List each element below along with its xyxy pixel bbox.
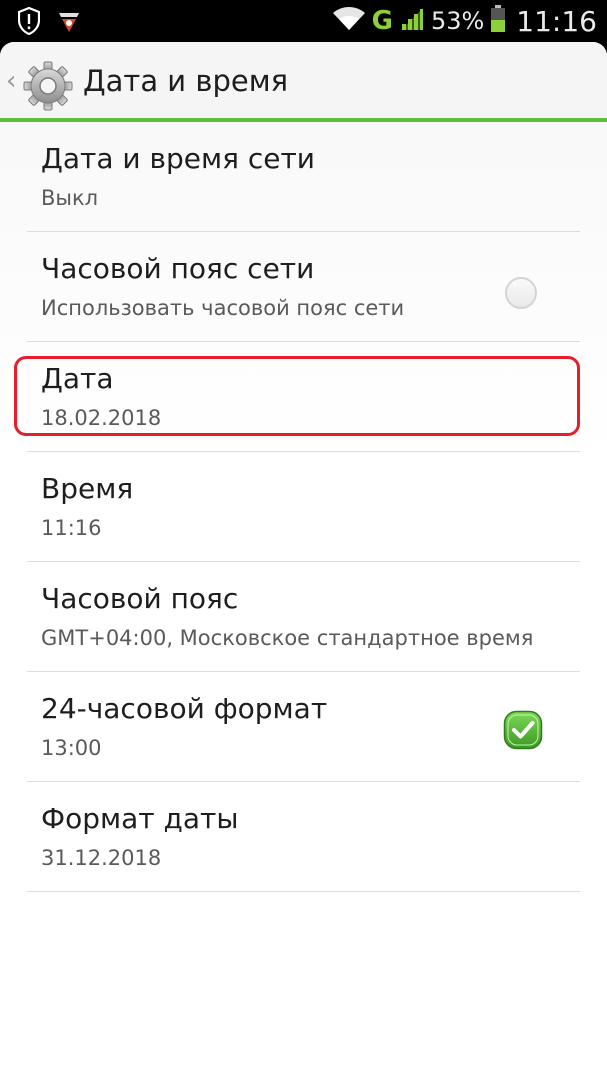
shield-alert-icon	[17, 6, 41, 39]
back-button[interactable]: ‹	[2, 60, 78, 111]
settings-list: Дата и время сети Выкл Часовой пояс сети…	[0, 122, 607, 892]
setting-network-timezone[interactable]: Часовой пояс сети Использовать часовой п…	[0, 232, 607, 342]
setting-summary: 18.02.2018	[41, 406, 162, 430]
setting-date[interactable]: Дата 18.02.2018	[0, 342, 607, 452]
network-type: G	[371, 6, 393, 36]
setting-timezone[interactable]: Часовой пояс GMT+04:00, Московское станд…	[0, 562, 607, 672]
setting-title: Формат даты	[41, 802, 239, 835]
setting-title: Часовой пояс	[41, 582, 239, 615]
divider	[27, 891, 580, 892]
battery-percent: 53%	[430, 7, 485, 35]
setting-summary: Выкл	[41, 186, 99, 210]
battery-icon	[490, 5, 506, 37]
status-bar: G 53% 11:16	[0, 0, 607, 42]
24-hour-checkbox[interactable]	[503, 710, 543, 750]
setting-summary: Использовать часовой пояс сети	[41, 296, 405, 320]
setting-summary: 31.12.2018	[41, 846, 162, 870]
action-bar: ‹ Дата и время	[0, 42, 607, 122]
setting-title: 24-часовой формат	[41, 692, 328, 725]
setting-title: Часовой пояс сети	[41, 252, 315, 285]
gear-icon	[22, 60, 74, 112]
wifi-icon	[332, 6, 366, 36]
setting-summary: 13:00	[41, 736, 102, 760]
signal-icon	[399, 6, 425, 36]
status-time: 11:16	[516, 4, 597, 38]
setting-time[interactable]: Время 11:16	[0, 452, 607, 562]
page-title: Дата и время	[83, 64, 289, 98]
setting-title: Время	[41, 472, 134, 505]
settings-screen: ‹ Дата и время Дата и время сети Выкл Ча…	[0, 42, 607, 1080]
setting-title: Дата и время сети	[41, 142, 315, 175]
app-notification-icon	[56, 8, 82, 38]
setting-24-hour-format[interactable]: 24-часовой формат 13:00	[0, 672, 607, 782]
setting-network-date-time[interactable]: Дата и время сети Выкл	[0, 122, 607, 232]
setting-date-format[interactable]: Формат даты 31.12.2018	[0, 782, 607, 892]
chevron-left-icon: ‹	[6, 66, 17, 96]
setting-summary: GMT+04:00, Московское стандартное время	[41, 626, 534, 650]
setting-title: Дата	[41, 362, 114, 395]
setting-summary: 11:16	[41, 516, 102, 540]
network-timezone-checkbox[interactable]	[505, 277, 537, 309]
